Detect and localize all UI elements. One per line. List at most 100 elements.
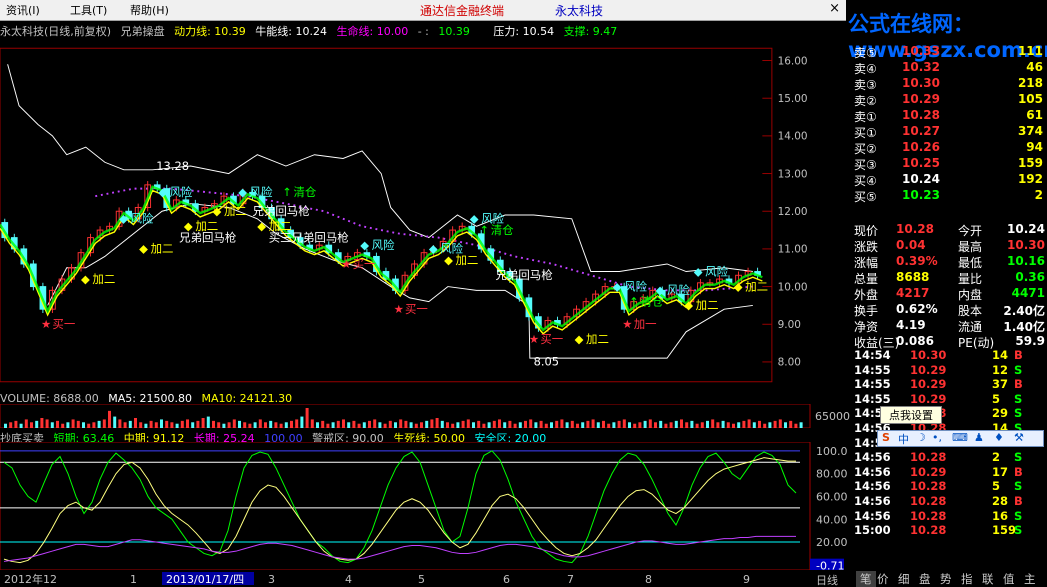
volume-bar <box>617 420 621 428</box>
moon-icon[interactable]: ☽ <box>916 431 926 444</box>
stat-value: 10.30 <box>1007 238 1045 252</box>
volume-bar <box>24 419 28 428</box>
punct-icon[interactable]: •, <box>932 431 942 444</box>
quote-tab[interactable]: 盘 <box>919 571 931 587</box>
order-book-row: 买② 10.26 94 <box>852 140 1047 156</box>
annotation-marker: ◆ <box>613 279 622 293</box>
annotation-marker: ↑ <box>282 185 292 199</box>
stat-value: 10.16 <box>1007 254 1045 268</box>
order-volume: 192 <box>1017 172 1043 186</box>
volume-bar <box>550 422 553 428</box>
price-axis-label: 11.00 <box>778 244 808 256</box>
tick-time: 14:55 <box>854 377 891 392</box>
volume-bar <box>82 422 85 428</box>
volume-bar <box>492 420 496 428</box>
annotation-marker: ◆ <box>238 185 247 199</box>
annotation-marker: ★ <box>41 317 51 331</box>
shirt-icon[interactable]: ♦ <box>994 431 1004 444</box>
tick-direction: B <box>1014 494 1023 508</box>
quote-tab[interactable]: 势 <box>940 571 952 587</box>
stat-label: 换手 <box>854 304 879 318</box>
tick-time: 14:56 <box>854 508 891 523</box>
quote-tab[interactable]: 主 <box>1024 571 1036 587</box>
x-axis-label: 2013/01/17/四 <box>166 573 244 586</box>
volume-bar <box>430 419 434 428</box>
annotation-label: 买一 <box>540 332 563 346</box>
volume-bar <box>212 420 215 428</box>
order-label: 卖① <box>854 110 877 124</box>
volume-bar <box>144 423 148 428</box>
quote-tab[interactable]: 值 <box>1003 571 1015 587</box>
menu-help[interactable]: 帮助(H) <box>130 2 169 18</box>
volume-bar <box>253 422 257 428</box>
ime-chinese-icon[interactable]: 中 <box>898 431 909 447</box>
volume-bar <box>279 423 283 428</box>
x-axis-label: 3 <box>268 573 275 586</box>
volume-bar <box>134 418 137 428</box>
volume-bar <box>201 418 205 428</box>
order-price: 10.32 <box>902 60 940 74</box>
quote-tab[interactable]: 联 <box>982 571 994 587</box>
stats-row: 外盘 4217 内盘 4471 <box>852 286 1047 302</box>
formula-name: 兄弟操盘 <box>120 25 165 38</box>
order-label: 买⑤ <box>854 190 877 204</box>
volume-bar <box>310 419 314 428</box>
user-icon[interactable]: ♟ <box>974 431 984 444</box>
order-volume: 105 <box>1017 92 1043 106</box>
annotation-label: 加二 <box>151 242 174 256</box>
annotation-marker: ◆ <box>429 242 438 256</box>
x-axis-label: 8 <box>645 573 652 586</box>
volume-bar <box>477 420 481 428</box>
tick-price: 10.28 <box>910 450 947 465</box>
indicator-axis-label: 40.00 <box>816 513 848 526</box>
volume-bar <box>180 420 184 428</box>
annotation-marker: ◆ <box>656 283 665 297</box>
quote-tab[interactable]: 指 <box>961 571 973 587</box>
volume-bar <box>113 416 117 428</box>
annotation-marker: ◆ <box>119 212 128 226</box>
annotation-label: 买一 <box>52 317 75 331</box>
tick-direction: S <box>1014 508 1023 523</box>
volume-bar <box>388 420 392 428</box>
volume-bar <box>336 420 340 428</box>
ime-toolbar[interactable]: S 中 ☽ •, ⌨ ♟ ♦ ⚒ <box>877 430 1044 447</box>
quote-tab[interactable]: 细 <box>898 571 910 587</box>
close-icon[interactable]: × <box>829 1 840 16</box>
stat-label: 涨幅 <box>854 256 879 270</box>
volume-bar <box>342 419 345 428</box>
site-logo: 公式在线网：www.gszx.com.cn <box>846 0 1047 62</box>
price-chart[interactable]: ★ 买一◆ 加二◆ 风险◆ 加二13.28◆ 风险兄弟回马枪◆ 加二◆ 加二◆ 风险 ↑ 清仓兄弟回… <box>0 40 810 390</box>
volume-bar <box>669 422 673 428</box>
quote-tab[interactable]: 价 <box>877 571 889 587</box>
menu-tools[interactable]: 工具(T) <box>70 2 107 18</box>
wrench-icon[interactable]: ⚒ <box>1014 431 1024 444</box>
volume-bar <box>674 420 678 428</box>
annotation-label: 风险 <box>667 283 690 297</box>
volume-bar <box>695 423 699 428</box>
menu-info[interactable]: 资讯(I) <box>6 2 40 18</box>
volume-bar <box>206 416 210 428</box>
settings-popup[interactable]: 点我设置 <box>880 406 942 424</box>
quote-tab[interactable]: 笔 <box>856 571 876 587</box>
volume-bar <box>149 420 153 428</box>
keyboard-icon[interactable]: ⌨ <box>952 431 968 444</box>
tick-price: 10.29 <box>910 391 947 406</box>
volume-bar <box>305 408 309 428</box>
volume-bar <box>404 420 408 428</box>
volume-bar <box>534 422 538 428</box>
annotation-marker: ★ <box>622 317 632 331</box>
volume-chart[interactable]: 65000 <box>0 404 850 428</box>
volume-bar <box>565 422 569 428</box>
volume-bar <box>518 422 522 428</box>
indicator-chart[interactable]: 100.0 80.00 60.00 40.00 20.00 -0.71 <box>0 442 850 570</box>
volume-bar <box>758 420 761 428</box>
value4: 10.39 <box>438 25 470 38</box>
price-axis-label: 10.00 <box>778 281 808 293</box>
volume-bar <box>732 423 735 428</box>
tick-volume: 29 <box>992 406 1009 421</box>
stat-label: 总量 <box>854 272 879 286</box>
volume-bar <box>274 422 278 428</box>
stat-value: 1.40亿 <box>1003 320 1045 334</box>
dash-label: - : <box>417 25 429 38</box>
volume-bar <box>71 419 75 428</box>
